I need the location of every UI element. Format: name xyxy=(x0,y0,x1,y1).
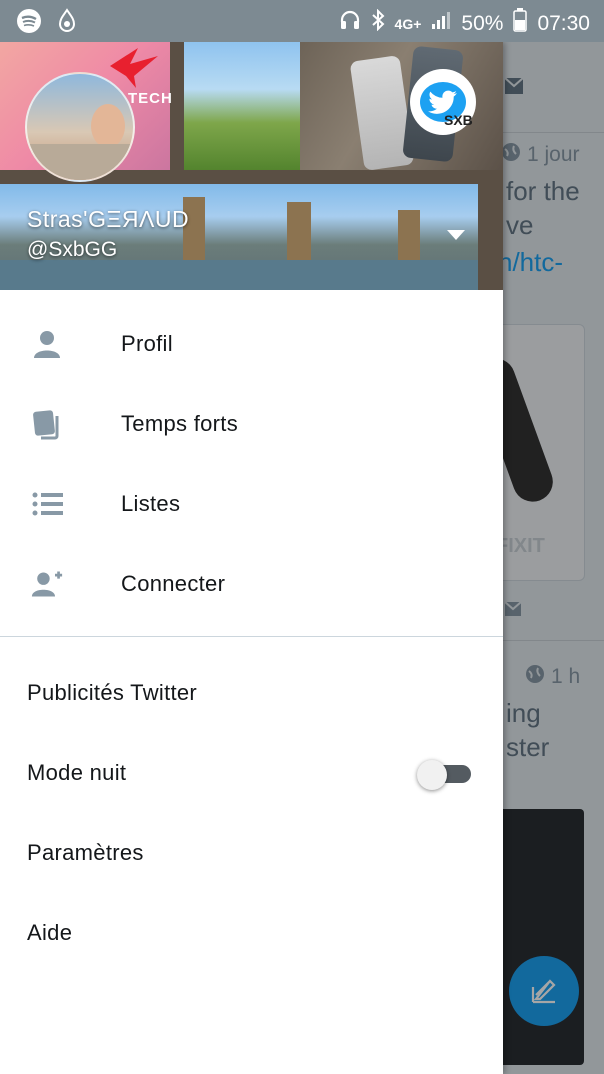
battery-percent: 50% xyxy=(461,11,504,35)
menu-item-label: Connecter xyxy=(121,571,226,596)
person-icon xyxy=(31,328,63,360)
menu-item-profil[interactable]: Profil xyxy=(0,304,503,384)
display-name: Stras'GΞЯΛUD xyxy=(27,206,190,232)
app-notification-icon xyxy=(56,8,78,39)
profile-header[interactable]: TECH SXB Stras'GΞЯΛUD @SxbGG xyxy=(0,42,503,290)
menu-item-label: Temps forts xyxy=(121,411,238,436)
status-bar: 4G+ 50% 07:30 xyxy=(0,0,604,42)
avatar[interactable] xyxy=(25,72,135,182)
account-switcher-icon[interactable] xyxy=(447,230,465,240)
user-handle: @SxbGG xyxy=(27,238,118,261)
menu-item-label: Listes xyxy=(121,491,181,516)
menu-item-listes[interactable]: Listes xyxy=(0,464,503,544)
menu-item-publicites-twitter[interactable]: Publicités Twitter xyxy=(0,653,503,733)
menu-item-label: Aide xyxy=(27,920,73,945)
clock: 07:30 xyxy=(537,11,590,35)
night-mode-toggle[interactable] xyxy=(417,760,472,790)
bird-logo-icon xyxy=(110,48,158,88)
menu-item-label: Publicités Twitter xyxy=(27,680,198,705)
signal-icon xyxy=(431,10,451,37)
twitter-bird-icon xyxy=(428,90,457,114)
network-type: 4G+ xyxy=(394,15,422,32)
badge-label: SXB xyxy=(444,112,473,128)
add-person-icon xyxy=(31,568,63,600)
bluetooth-icon xyxy=(371,8,385,38)
drawer-scrim[interactable] xyxy=(503,42,604,1074)
menu-item-parametres[interactable]: Paramètres xyxy=(0,813,503,893)
menu-item-mode-nuit[interactable]: Mode nuit xyxy=(0,733,503,813)
menu-item-label: Profil xyxy=(121,331,173,356)
spotify-icon xyxy=(16,8,42,39)
lists-icon xyxy=(31,488,63,520)
moments-icon xyxy=(31,408,63,440)
battery-icon xyxy=(513,8,528,39)
menu-item-aide[interactable]: Aide xyxy=(0,893,503,973)
menu-item-label: Paramètres xyxy=(27,840,144,865)
navigation-drawer: TECH SXB Stras'GΞЯΛUD @SxbGG Profil Temp… xyxy=(0,42,503,1074)
menu-item-label: Mode nuit xyxy=(27,760,127,785)
headphones-icon xyxy=(339,9,361,38)
menu-item-connecter[interactable]: Connecter xyxy=(0,544,503,624)
header-tag: TECH xyxy=(128,90,173,107)
menu-divider xyxy=(0,636,503,637)
menu-item-temps-forts[interactable]: Temps forts xyxy=(0,384,503,464)
